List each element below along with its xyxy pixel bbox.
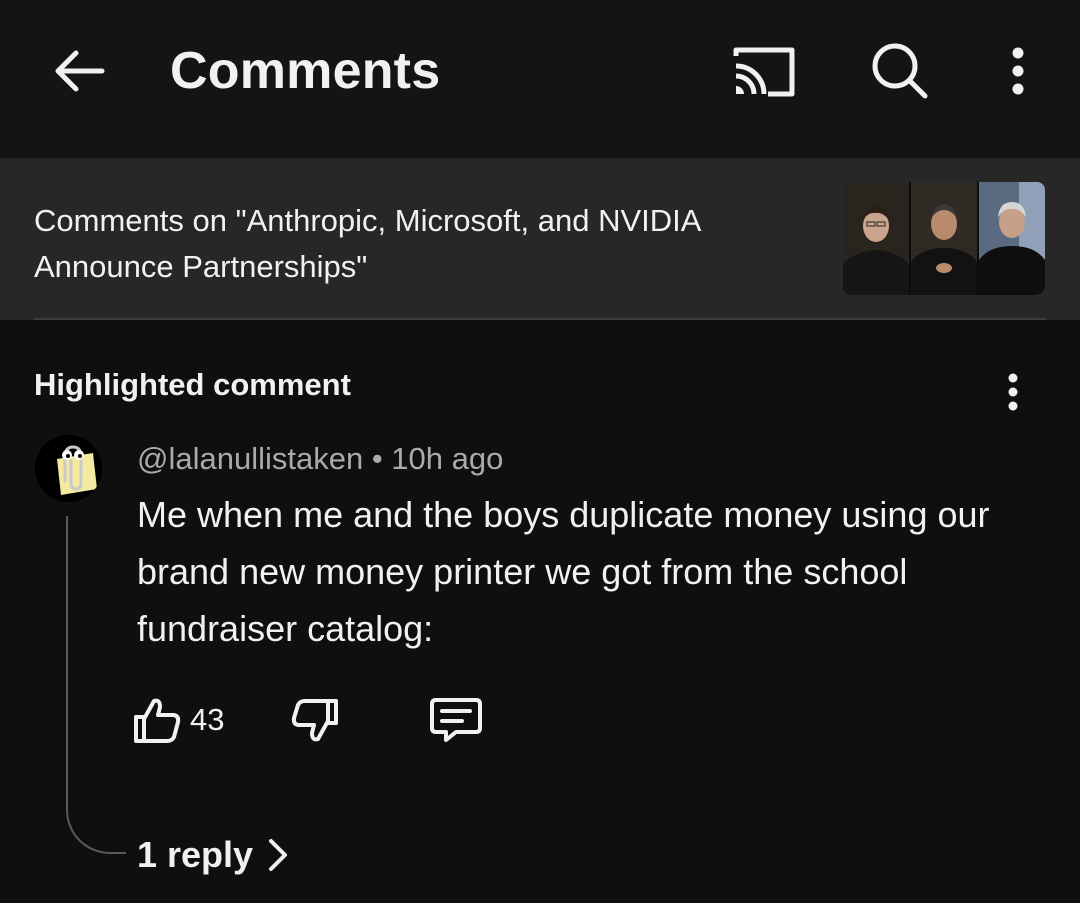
more-vertical-icon [1012,47,1024,95]
thumbnail-panel-middle [911,182,979,295]
arrow-left-icon [55,50,105,92]
search-button[interactable] [860,36,940,106]
video-thumbnail[interactable] [843,182,1045,295]
like-button[interactable]: 43 [130,692,224,748]
comment-icon [430,698,482,742]
highlighted-comment-label: Highlighted comment [34,367,351,402]
back-button[interactable] [44,40,112,102]
page-title: Comments [170,42,441,100]
comment-meta: @lalanullistaken • 10h ago [137,440,503,478]
section-divider [34,318,1046,320]
replies-label: 1 reply [137,834,254,875]
view-replies-button[interactable]: 1 reply [137,830,295,880]
more-vertical-icon [1008,373,1018,411]
top-app-bar: Comments [0,0,1080,158]
avatar[interactable] [35,435,102,502]
thumbs-up-icon [134,698,181,743]
reply-thread-line [66,516,126,854]
comment-text: Me when me and the boys duplicate money … [137,494,990,649]
dislike-button[interactable] [288,692,344,748]
more-options-button[interactable] [990,36,1046,106]
cast-icon [733,47,795,97]
search-icon [872,43,928,99]
like-count: 43 [190,702,225,737]
comment-more-options-button[interactable] [990,366,1036,418]
meta-separator: • [363,441,392,476]
video-title: Comments on "Anthropic, Microsoft, and N… [34,203,700,284]
thumbnail-panel-left [843,182,911,295]
thumbs-down-icon [291,699,338,742]
comment-author[interactable]: @lalanullistaken [137,441,363,476]
video-info-banner[interactable]: Comments on "Anthropic, Microsoft, and N… [0,158,1080,320]
cast-button[interactable] [722,36,804,106]
paperclip-avatar-icon [35,435,102,502]
comment-timestamp: 10h ago [391,441,504,476]
comments-page: Comments Comments on "Anthropic, Microso… [0,0,1080,903]
reply-button[interactable] [426,692,486,748]
thumbnail-panel-right [979,182,1045,295]
chevron-right-icon [269,839,288,871]
